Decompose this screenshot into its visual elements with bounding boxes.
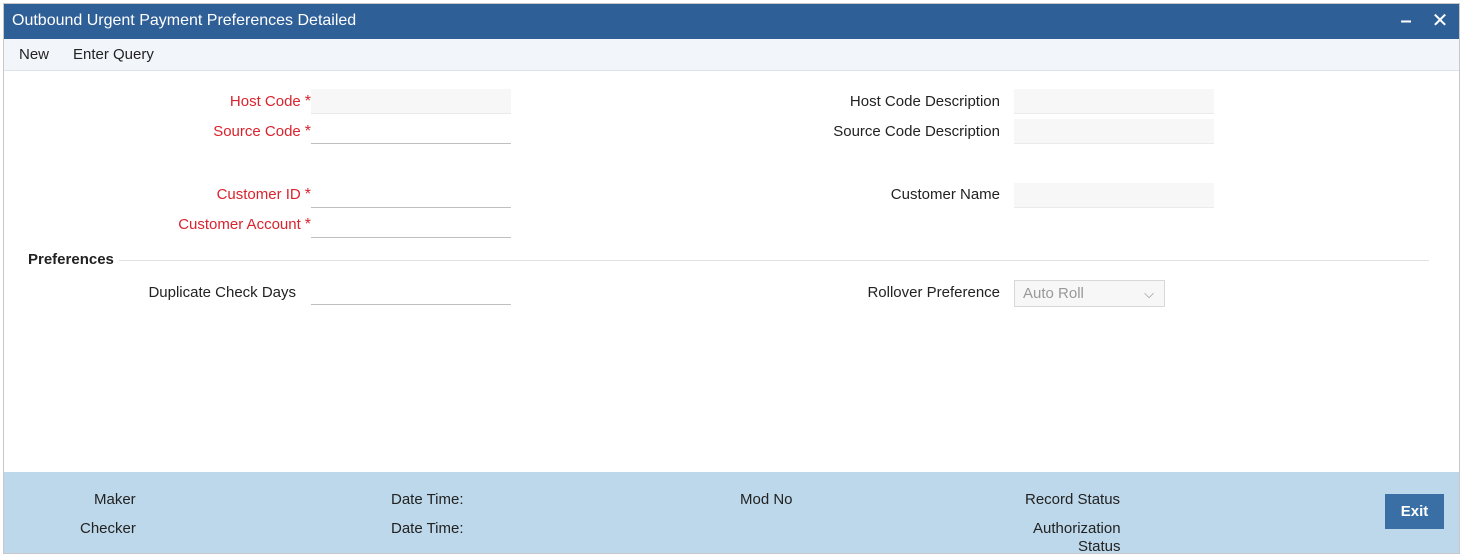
audit-footer: Maker Checker Date Time: Date Time: Mod … (4, 472, 1459, 555)
menu-bar: New Enter Query (4, 39, 1459, 71)
host-code-field[interactable] (311, 89, 511, 114)
source-code-description-label: Source Code Description (833, 123, 1000, 140)
customer-account-label: Customer Account * (178, 216, 311, 233)
checker-date-time-label: Date Time: (391, 520, 464, 537)
customer-id-label: Customer ID * (216, 186, 311, 203)
host-code-label: Host Code * (229, 93, 311, 110)
new-menu-item[interactable]: New (19, 46, 49, 63)
maker-date-time-label: Date Time: (391, 491, 464, 508)
checker-label: Checker (80, 520, 136, 537)
authorization-status-label-line1: Authorization (1033, 520, 1121, 537)
enter-query-menu-item[interactable]: Enter Query (73, 46, 154, 63)
customer-name-field[interactable] (1014, 183, 1214, 208)
source-code-field[interactable] (311, 119, 511, 144)
customer-name-label: Customer Name (890, 186, 1000, 203)
title-bar[interactable]: Outbound Urgent Payment Preferences Deta… (4, 4, 1459, 39)
customer-id-field[interactable] (311, 183, 511, 208)
rollover-preference-label: Rollover Preference (867, 284, 1000, 301)
rollover-preference-value: Auto Roll (1023, 285, 1084, 302)
dialog-window: Outbound Urgent Payment Preferences Deta… (3, 3, 1460, 555)
maker-label: Maker (94, 491, 136, 508)
section-divider (119, 260, 1429, 261)
window-title: Outbound Urgent Payment Preferences Deta… (12, 12, 357, 29)
close-icon[interactable]: ✕ (1427, 8, 1453, 34)
preferences-section-title: Preferences (28, 251, 114, 268)
minimize-icon[interactable]: – (1393, 8, 1419, 34)
host-code-description-field[interactable] (1014, 89, 1214, 114)
rollover-preference-select[interactable]: Auto Roll ⌵ (1014, 280, 1165, 307)
mod-no-label: Mod No (740, 491, 793, 508)
chevron-down-icon: ⌵ (1144, 286, 1154, 301)
record-status-label: Record Status (1025, 491, 1121, 508)
host-code-description-label: Host Code Description (849, 93, 1000, 110)
source-code-label: Source Code * (213, 123, 311, 140)
source-code-description-field[interactable] (1014, 119, 1214, 144)
authorization-status-label-line2: Status (1078, 538, 1121, 555)
customer-account-field[interactable] (311, 213, 511, 238)
exit-button[interactable]: Exit (1385, 494, 1444, 529)
duplicate-check-days-field[interactable] (311, 280, 511, 305)
duplicate-check-days-label: Duplicate Check Days (148, 284, 296, 301)
